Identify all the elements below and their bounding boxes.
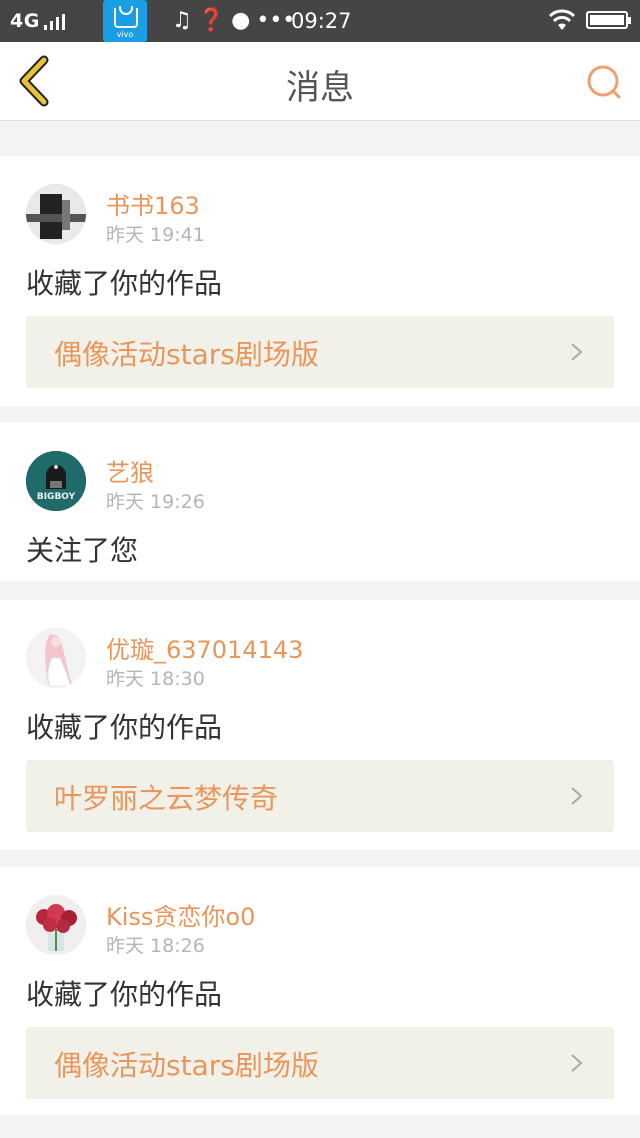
- username[interactable]: 艺狼: [106, 453, 154, 488]
- work-title: 偶像活动stars剧场版: [54, 1049, 319, 1082]
- search-icon[interactable]: [584, 62, 624, 102]
- music-note-icon: ♫: [172, 8, 192, 33]
- status-bar: 4G vivo ♫ ❓ ● ••• 09:27: [0, 0, 640, 42]
- chevron-right-icon: [571, 343, 583, 361]
- wifi-icon: [548, 9, 576, 30]
- message-item[interactable]: BIGBOY 艺狼 昨天 19:26 关注了您: [0, 423, 640, 581]
- work-link[interactable]: 偶像活动stars剧场版: [26, 1027, 614, 1099]
- avatar[interactable]: [26, 895, 86, 955]
- notification-icons: ♫ ❓ ● •••: [172, 8, 301, 33]
- chevron-right-icon: [571, 787, 583, 805]
- page-title: 消息: [286, 68, 354, 108]
- message-item[interactable]: Kiss贪恋你o0 昨天 18:26 收藏了你的作品 偶像活动stars剧场版: [0, 867, 640, 1115]
- more-dots-icon: •••: [256, 8, 296, 33]
- avatar-text: BIGBOY: [37, 492, 76, 502]
- timestamp: 昨天 19:26: [106, 491, 205, 513]
- action-text: 关注了您: [26, 534, 139, 567]
- work-link[interactable]: 偶像活动stars剧场版: [26, 316, 614, 388]
- avatar[interactable]: [26, 184, 86, 244]
- network-type: 4G: [10, 10, 40, 32]
- question-icon: ❓: [197, 8, 226, 33]
- username[interactable]: Kiss贪恋你o0: [106, 897, 255, 932]
- username[interactable]: 优璇_637014143: [106, 630, 303, 665]
- signal-icon: [44, 14, 68, 30]
- avatar[interactable]: [26, 628, 86, 688]
- message-item[interactable]: 优璇_637014143 昨天 18:30 收藏了你的作品 叶罗丽之云梦传奇: [0, 600, 640, 850]
- timestamp: 昨天 19:41: [106, 224, 205, 246]
- username[interactable]: 书书163: [106, 186, 200, 221]
- action-text: 收藏了你的作品: [26, 978, 223, 1011]
- work-link[interactable]: 叶罗丽之云梦传奇: [26, 760, 614, 832]
- clock: 09:27: [291, 9, 352, 33]
- timestamp: 昨天 18:30: [106, 668, 205, 690]
- message-item[interactable]: 书书163 昨天 19:41 收藏了你的作品 偶像活动stars剧场版: [0, 156, 640, 406]
- avatar[interactable]: BIGBOY: [26, 451, 86, 511]
- top-nav: 消息: [0, 42, 640, 121]
- vivo-label: vivo: [116, 30, 134, 39]
- vivo-store-icon: vivo: [103, 0, 147, 42]
- chevron-right-icon: [571, 1054, 583, 1072]
- battery-icon: [586, 11, 631, 29]
- action-text: 收藏了你的作品: [26, 711, 223, 744]
- action-text: 收藏了你的作品: [26, 267, 223, 300]
- work-title: 叶罗丽之云梦传奇: [54, 782, 279, 815]
- palette-icon: ●: [231, 8, 251, 33]
- work-title: 偶像活动stars剧场版: [54, 338, 319, 371]
- timestamp: 昨天 18:26: [106, 935, 205, 957]
